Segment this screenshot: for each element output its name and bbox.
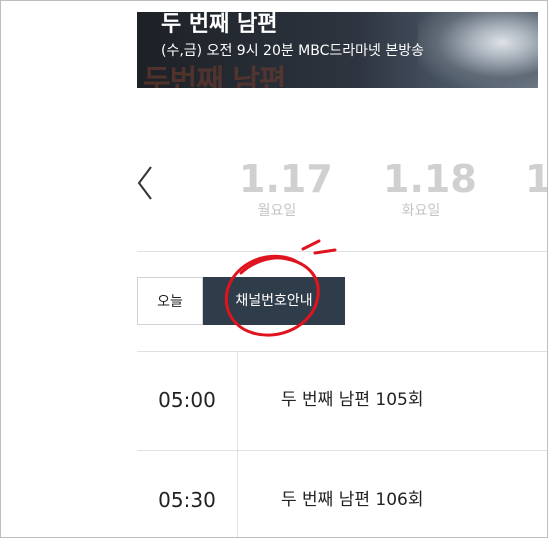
banner-logo-text: 두번째 남편 bbox=[143, 64, 286, 88]
page-frame: 두번째 남편 두 번째 남편 (수,금) 오전 9시 20분 MBC드라마넷 본… bbox=[0, 0, 548, 538]
tab-today[interactable]: 오늘 bbox=[137, 277, 203, 325]
program-banner[interactable]: 두번째 남편 두 번째 남편 (수,금) 오전 9시 20분 MBC드라마넷 본… bbox=[137, 12, 538, 88]
date-item-1-17[interactable]: 1.17 월요일 bbox=[239, 157, 333, 220]
schedule-list: 05:00 두 번째 남편 105회 05:30 두 번째 남편 106회 bbox=[137, 351, 547, 537]
divider bbox=[137, 251, 547, 252]
date-weekday: 화요일 bbox=[401, 203, 441, 219]
banner-subtitle: (수,금) 오전 9시 20분 MBC드라마넷 본방송 bbox=[161, 43, 424, 59]
date-weekday: 월요일 bbox=[257, 203, 297, 219]
schedule-program: 두 번째 남편 105회 bbox=[281, 390, 424, 410]
date-number: 1.18 bbox=[383, 157, 477, 201]
schedule-row[interactable]: 05:30 두 번째 남편 106회 bbox=[137, 451, 547, 537]
schedule-time: 05:00 bbox=[137, 351, 238, 450]
schedule-program: 두 번째 남편 106회 bbox=[281, 490, 424, 510]
date-item-next[interactable]: 1 bbox=[525, 158, 547, 200]
schedule-row[interactable]: 05:00 두 번째 남편 105회 bbox=[137, 351, 547, 451]
date-item-1-18[interactable]: 1.18 화요일 bbox=[383, 157, 477, 220]
tab-channel-guide[interactable]: 채널번호안내 bbox=[203, 277, 345, 325]
banner-title: 두 번째 남편 bbox=[161, 12, 278, 37]
chevron-left-icon bbox=[137, 166, 152, 200]
date-number: 1 bbox=[525, 158, 547, 200]
date-number: 1.17 bbox=[239, 157, 333, 201]
banner-image bbox=[418, 12, 538, 88]
prev-date-button[interactable] bbox=[133, 163, 159, 203]
schedule-time: 05:30 bbox=[137, 451, 238, 537]
